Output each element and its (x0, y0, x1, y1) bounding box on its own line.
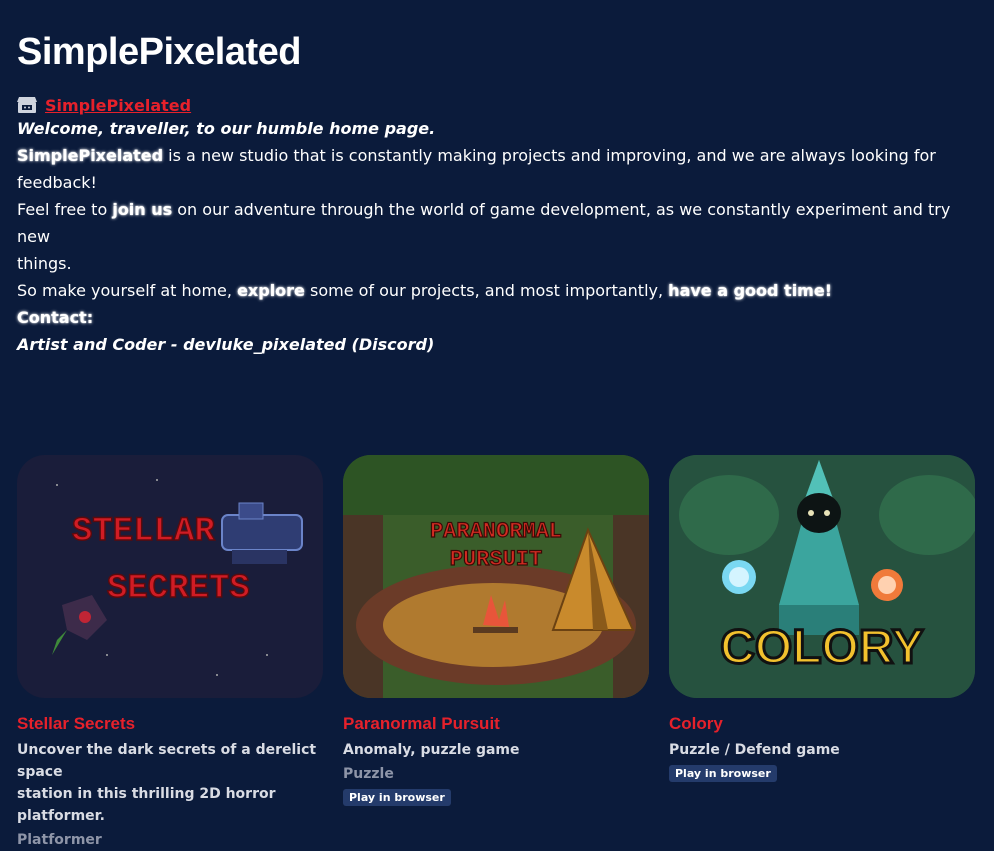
game-description: Anomaly, puzzle game (343, 742, 520, 758)
contact-label: Contact: (17, 308, 94, 327)
itch-profile-link[interactable]: SimplePixelated (45, 96, 191, 115)
game-description-line: station in this thrilling 2D horror plat… (17, 786, 276, 824)
stellar-text-2: SECRETS (107, 570, 250, 608)
join-paragraph: Feel free to join us on our adventure th… (17, 196, 977, 277)
join-text-end: things. (17, 254, 72, 273)
explore-text-middle: some of our projects, and most important… (304, 281, 669, 300)
explore-text-before: So make yourself at home, (17, 281, 238, 300)
welcome-text: Welcome, traveller, to our humble home p… (17, 119, 436, 138)
join-us-text: join us (112, 200, 173, 219)
game-description: Uncover the dark secrets of a derelict s… (17, 739, 323, 827)
play-in-browser-badge: Play in browser (669, 765, 777, 782)
game-thumbnail[interactable]: COLORY (669, 455, 975, 698)
paranormal-text-2: PURSUIT (450, 547, 542, 572)
artist-contact: Artist and Coder - devluke_pixelated (Di… (17, 335, 435, 354)
game-genre: Puzzle (343, 766, 394, 782)
page-title: SimplePixelated (17, 31, 301, 73)
game-thumbnail[interactable]: STELLAR SECRETS (17, 455, 323, 698)
game-grid: STELLAR SECRETS Stellar Secrets Uncover … (17, 455, 975, 851)
game-card[interactable]: COLORY Colory Puzzle / Defend game Play … (669, 455, 975, 851)
explore-text: explore (237, 281, 305, 300)
join-text-before: Feel free to (17, 200, 113, 219)
game-thumbnail[interactable]: PARANORMAL PURSUIT (343, 455, 649, 698)
game-title[interactable]: Paranormal Pursuit (343, 713, 649, 735)
paranormal-pursuit-cover: PARANORMAL PURSUIT (343, 455, 649, 698)
good-time-text: have a good time! (668, 281, 832, 300)
stellar-text-1: STELLAR (72, 513, 215, 551)
play-in-browser-badge: Play in browser (343, 789, 451, 806)
page: SimplePixelated SimplePixelated Welcome,… (0, 0, 994, 848)
game-title[interactable]: Stellar Secrets (17, 713, 323, 735)
itch-store-icon (17, 97, 37, 113)
game-description: Puzzle / Defend game (669, 742, 840, 758)
itch-profile-row: SimplePixelated (17, 95, 977, 115)
intro-paragraph: SimplePixelated is a new studio that is … (17, 142, 977, 196)
colory-text: COLORY (720, 621, 924, 674)
stellar-secrets-cover: STELLAR SECRETS (17, 455, 323, 698)
game-genre: Platformer (17, 832, 102, 848)
game-card[interactable]: PARANORMAL PURSUIT Paranormal Pursuit An… (343, 455, 649, 851)
colory-cover: COLORY (669, 455, 975, 698)
studio-name: SimplePixelated (17, 146, 164, 165)
game-title[interactable]: Colory (669, 713, 975, 735)
paranormal-text-1: PARANORMAL (430, 519, 562, 544)
game-card[interactable]: STELLAR SECRETS Stellar Secrets Uncover … (17, 455, 323, 851)
game-description-line: Uncover the dark secrets of a derelict s… (17, 742, 317, 780)
explore-paragraph: So make yourself at home, explore some o… (17, 277, 977, 304)
